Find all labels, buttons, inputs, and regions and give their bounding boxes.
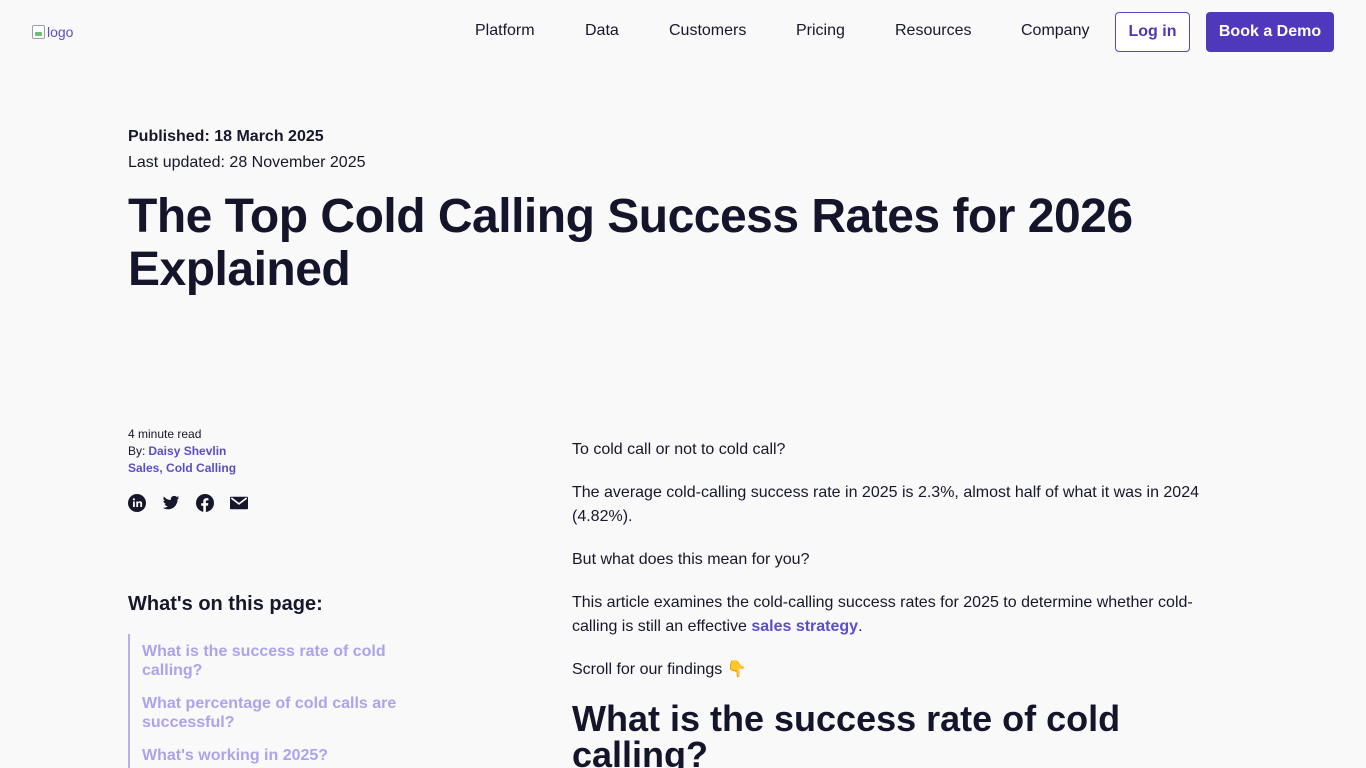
paragraph-scroll: Scroll for our findings 👇: [572, 661, 747, 678]
section-heading: What is the success rate of cold calling…: [572, 698, 1121, 768]
linkedin-icon[interactable]: [128, 494, 146, 512]
article-tags[interactable]: Sales, Cold Calling: [128, 461, 236, 475]
paragraph-average-rate: The average cold-calling success rate in…: [572, 484, 1199, 525]
paragraph-text: This article examines the cold-calling s…: [572, 594, 1193, 635]
logo-alt-text: logo: [47, 24, 74, 40]
toc-link-success-rate[interactable]: What is the success rate of cold calling…: [142, 642, 418, 680]
last-updated-date: Last updated: 28 November 2025: [128, 154, 366, 171]
broken-image-icon: [32, 25, 45, 39]
paragraph-article-purpose: This article examines the cold-calling s…: [572, 591, 1212, 639]
nav-pricing[interactable]: Pricing: [796, 22, 845, 40]
paragraph-text-end: .: [858, 618, 863, 635]
byline-prefix: By:: [128, 444, 146, 458]
article-body: To cold call or not to cold call? The av…: [572, 438, 1212, 768]
social-share-bar: [128, 494, 248, 512]
byline: By: Daisy Shevlin: [128, 444, 226, 458]
login-button[interactable]: Log in: [1115, 12, 1190, 52]
twitter-icon[interactable]: [162, 494, 180, 512]
facebook-icon[interactable]: [196, 494, 214, 512]
toc-heading: What's on this page:: [128, 593, 323, 615]
logo[interactable]: logo: [32, 24, 73, 40]
read-time: 4 minute read: [128, 427, 202, 441]
author-link[interactable]: Daisy Shevlin: [148, 444, 226, 458]
email-icon[interactable]: [230, 494, 248, 512]
nav-data[interactable]: Data: [585, 22, 619, 40]
nav-customers[interactable]: Customers: [669, 22, 746, 40]
table-of-contents: What is the success rate of cold calling…: [128, 634, 418, 768]
toc-link-whats-working[interactable]: What's working in 2025?: [142, 746, 418, 765]
published-date: Published: 18 March 2025: [128, 128, 324, 145]
nav-company[interactable]: Company: [1021, 22, 1089, 40]
book-demo-button[interactable]: Book a Demo: [1206, 12, 1334, 52]
nav-platform[interactable]: Platform: [475, 22, 535, 40]
paragraph-question: But what does this mean for you?: [572, 551, 810, 568]
toc-link-percentage-successful[interactable]: What percentage of cold calls are succes…: [142, 694, 418, 732]
site-header: logo Platform Data Customers Pricing Res…: [0, 0, 1366, 64]
nav-resources[interactable]: Resources: [895, 22, 971, 40]
sales-strategy-link[interactable]: sales strategy: [751, 618, 858, 635]
page-title: The Top Cold Calling Success Rates for 2…: [128, 190, 1133, 296]
paragraph-intro: To cold call or not to cold call?: [572, 441, 786, 458]
